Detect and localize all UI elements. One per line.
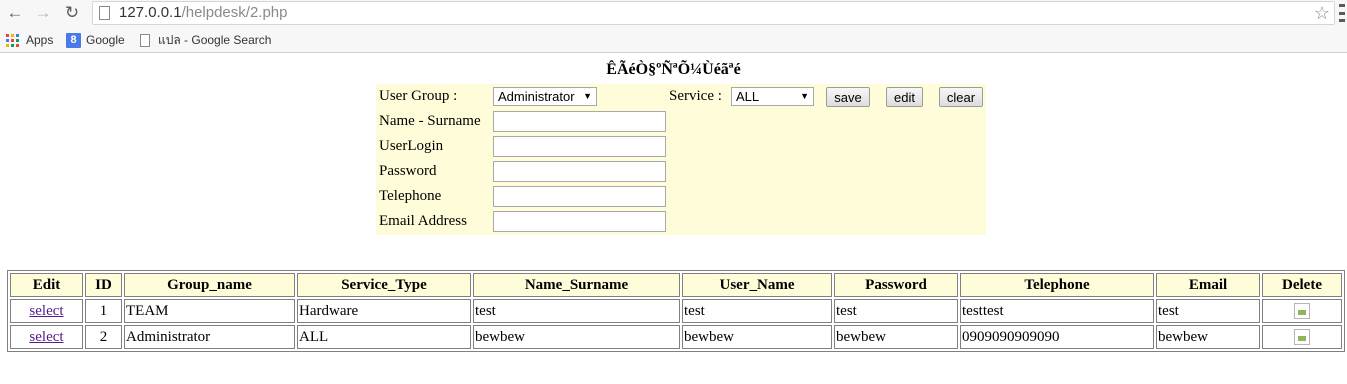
bookmark-google-search[interactable]: แปล - Google Search [140, 31, 271, 49]
password-cell: bewbew [834, 325, 958, 349]
clear-button[interactable]: clear [939, 87, 983, 107]
user-group-select[interactable]: Administrator ▼ [493, 87, 597, 106]
document-icon [140, 33, 150, 47]
name-cell: test [473, 299, 680, 323]
table-row: select 2 Administrator ALL bewbew bewbew… [10, 325, 1342, 349]
group-cell: Administrator [124, 325, 295, 349]
back-arrow-icon[interactable]: ← [5, 3, 25, 23]
user-group-label: User Group : [379, 88, 458, 104]
apps-grid-icon [6, 33, 19, 47]
email-address-input[interactable] [493, 211, 666, 232]
name-cell: bewbew [473, 325, 680, 349]
column-header-telephone: Telephone [960, 273, 1154, 297]
reload-icon[interactable]: ↻ [62, 3, 82, 23]
username-cell: test [682, 299, 832, 323]
dropdown-arrow-icon: ▼ [583, 91, 592, 101]
userlogin-label: UserLogin [379, 138, 444, 154]
delete-image-icon[interactable] [1294, 303, 1310, 320]
url-text[interactable]: 127.0.0.1/helpdesk/2.php [119, 4, 287, 21]
bookmark-label: Google [86, 33, 125, 47]
users-table: Edit ID Group_name Service_Type Name_Sur… [7, 270, 1345, 352]
delete-cell [1262, 325, 1342, 349]
service-cell: Hardware [297, 299, 471, 323]
email-cell: bewbew [1156, 325, 1260, 349]
address-bar[interactable]: 127.0.0.1/helpdesk/2.php ☆ [92, 1, 1335, 25]
url-path: /helpdesk/2.php [181, 4, 288, 21]
name-surname-label: Name - Surname [379, 113, 481, 129]
google-icon: 8 [66, 32, 81, 48]
password-cell: test [834, 299, 958, 323]
userlogin-input[interactable] [493, 136, 666, 157]
user-group-value: Administrator [498, 89, 575, 104]
bookmark-label: แปล - Google Search [158, 32, 272, 47]
select-link[interactable]: select [29, 303, 63, 319]
select-link[interactable]: select [29, 329, 63, 345]
table-row: select 1 TEAM Hardware test test test te… [10, 299, 1342, 323]
bookmark-apps[interactable]: Apps [6, 31, 53, 49]
column-header-group-name: Group_name [124, 273, 295, 297]
password-input[interactable] [493, 161, 666, 182]
service-cell: ALL [297, 325, 471, 349]
service-select[interactable]: ALL ▼ [731, 87, 814, 106]
column-header-email: Email [1156, 273, 1260, 297]
user-form: User Group : Administrator ▼ Service : A… [376, 84, 986, 235]
name-surname-input[interactable] [493, 111, 666, 132]
column-header-name-surname: Name_Surname [473, 273, 680, 297]
forward-arrow-icon[interactable]: → [33, 3, 53, 23]
telephone-label: Telephone [379, 188, 442, 204]
bookmark-label: Apps [26, 33, 54, 47]
column-header-password: Password [834, 273, 958, 297]
bookmark-google[interactable]: 8 Google [66, 31, 125, 49]
column-header-user-name: User_Name [682, 273, 832, 297]
url-host: 127.0.0.1 [119, 4, 182, 21]
telephone-cell: testtest [960, 299, 1154, 323]
table-header-row: Edit ID Group_name Service_Type Name_Sur… [10, 273, 1342, 297]
telephone-cell: 0909090909090 [960, 325, 1154, 349]
email-cell: test [1156, 299, 1260, 323]
email-address-label: Email Address [379, 213, 467, 229]
column-header-edit: Edit [10, 273, 83, 297]
edit-cell: select [10, 299, 83, 323]
bookmarks-bar: Apps 8 Google แปล - Google Search [0, 27, 1347, 53]
password-label: Password [379, 163, 437, 179]
chrome-menu-icon[interactable] [1339, 4, 1347, 22]
delete-cell [1262, 299, 1342, 323]
edit-button[interactable]: edit [886, 87, 923, 107]
id-cell: 2 [85, 325, 122, 349]
service-value: ALL [736, 89, 760, 104]
browser-toolbar: ← → ↻ 127.0.0.1/helpdesk/2.php ☆ [0, 0, 1347, 27]
column-header-service-type: Service_Type [297, 273, 471, 297]
delete-image-icon[interactable] [1294, 329, 1310, 346]
group-cell: TEAM [124, 299, 295, 323]
column-header-delete: Delete [1262, 273, 1342, 297]
page-title: ÊÃéÒ§ºÑ­ªÕ¼Ùéãªé [606, 61, 741, 78]
username-cell: bewbew [682, 325, 832, 349]
id-cell: 1 [85, 299, 122, 323]
column-header-id: ID [85, 273, 122, 297]
service-label: Service : [669, 88, 722, 104]
bookmark-star-icon[interactable]: ☆ [1314, 3, 1330, 24]
telephone-input[interactable] [493, 186, 666, 207]
edit-cell: select [10, 325, 83, 349]
page-icon [99, 6, 110, 20]
save-button[interactable]: save [826, 87, 870, 107]
dropdown-arrow-icon: ▼ [800, 91, 809, 101]
